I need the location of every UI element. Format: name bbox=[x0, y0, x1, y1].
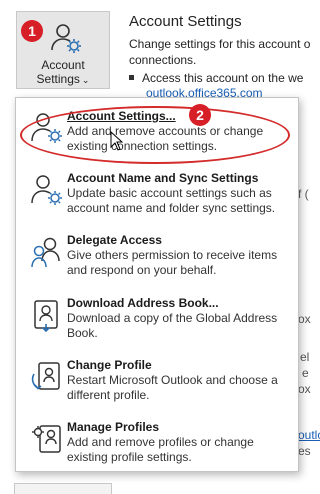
background-text-fragment: es bbox=[298, 444, 311, 458]
account-settings-menu: Account Settings... Add and remove accou… bbox=[15, 97, 299, 472]
background-button-edge bbox=[14, 483, 112, 494]
person-gear-icon bbox=[51, 24, 81, 53]
bullet-icon bbox=[129, 75, 134, 81]
background-text-fragment: ox bbox=[298, 312, 311, 326]
step-badge-2: 2 bbox=[189, 104, 211, 126]
menu-item-description: Give others permission to receive items … bbox=[67, 248, 278, 277]
chevron-down-icon: ⌄ bbox=[81, 75, 90, 85]
menu-item-description: Add and remove accounts or change existi… bbox=[67, 124, 264, 153]
menu-item-change-profile[interactable]: Change Profile Restart Microsoft Outlook… bbox=[16, 351, 298, 411]
bullet-item: Access this account on the we bbox=[129, 70, 303, 86]
menu-item-title: Account Name and Sync Settings bbox=[67, 171, 259, 185]
menu-item-delegate-access[interactable]: Delegate Access Give others permission t… bbox=[16, 226, 298, 286]
menu-item-account-name-sync[interactable]: Account Name and Sync Settings Update ba… bbox=[16, 164, 298, 224]
background-link-fragment[interactable]: outlo bbox=[298, 428, 320, 442]
account-settings-button-label: Account Settings ⌄ bbox=[17, 58, 109, 87]
menu-item-title: Manage Profiles bbox=[67, 420, 160, 434]
button-label-line2: Settings bbox=[36, 72, 80, 86]
people-icon bbox=[31, 237, 60, 268]
gear-person-icon bbox=[32, 425, 61, 453]
page-description: Change settings for this account o conne… bbox=[129, 37, 311, 67]
profile-switch-icon bbox=[31, 362, 60, 390]
menu-item-title: Change Profile bbox=[67, 358, 152, 372]
menu-item-title: Account Settings... bbox=[67, 109, 176, 123]
page-title: Account Settings bbox=[129, 13, 242, 30]
background-text-fragment: f ( bbox=[298, 187, 309, 201]
menu-item-description: Restart Microsoft Outlook and choose a d… bbox=[67, 373, 278, 402]
menu-item-download-address-book[interactable]: Download Address Book... Download a copy… bbox=[16, 289, 298, 349]
background-text-fragment: e bbox=[302, 366, 309, 380]
bullet-text: Access this account on the we bbox=[142, 71, 304, 85]
menu-item-manage-profiles[interactable]: Manage Profiles Add and remove profiles … bbox=[16, 413, 298, 473]
step-badge-1: 1 bbox=[21, 20, 43, 42]
address-book-icon bbox=[34, 300, 58, 332]
background-text-fragment: el bbox=[300, 350, 310, 364]
background-text-fragment: ox bbox=[298, 382, 311, 396]
menu-item-description: Add and remove profiles or change existi… bbox=[67, 435, 254, 464]
person-gear-icon bbox=[31, 175, 62, 205]
menu-item-description: Download a copy of the Global Address Bo… bbox=[67, 311, 278, 340]
menu-item-account-settings[interactable]: Account Settings... Add and remove accou… bbox=[16, 102, 298, 162]
menu-item-title: Delegate Access bbox=[67, 233, 162, 247]
menu-item-description: Update basic account settings such as ac… bbox=[67, 186, 276, 215]
button-label-line1: Account bbox=[41, 58, 85, 72]
menu-item-title: Download Address Book... bbox=[67, 296, 219, 310]
person-gear-icon bbox=[31, 113, 62, 143]
